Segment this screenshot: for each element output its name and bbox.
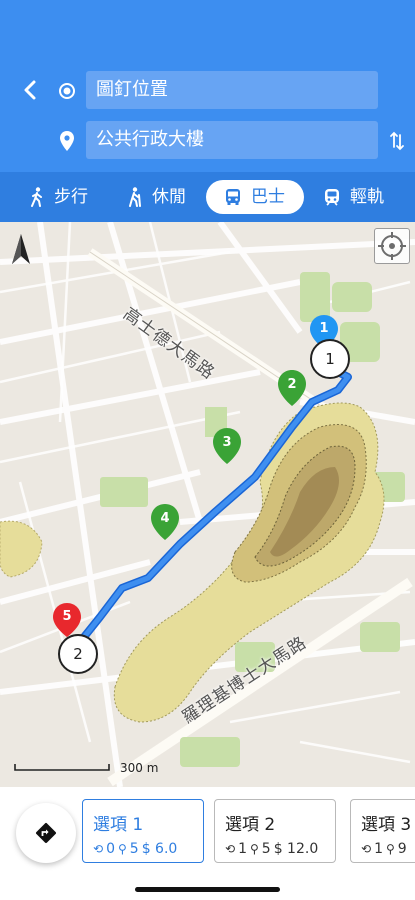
- stop-label: 1: [319, 321, 329, 336]
- fare: $ 12.0: [273, 841, 319, 857]
- stop-count: 9: [397, 841, 407, 857]
- back-icon[interactable]: [16, 78, 44, 102]
- mode-light-rail-label: 輕軌: [350, 187, 384, 207]
- transfer-icon: ⟲: [225, 842, 236, 856]
- start-navigation-button[interactable]: [16, 803, 76, 863]
- option-title: 選項 2: [225, 815, 276, 835]
- option-stats: ⟲ 1 ⚲ 5 $ 12.0: [225, 841, 327, 857]
- option-title: 選項 3: [361, 815, 412, 835]
- mode-leisure-label: 休閒: [152, 187, 186, 207]
- transfer-count: 1: [238, 841, 247, 857]
- stop-pin-destination[interactable]: 5: [51, 602, 83, 638]
- mode-leisure[interactable]: 休閒: [116, 180, 198, 214]
- transport-mode-bar: 步行 休閒 巴士 輕軌: [0, 172, 415, 222]
- transfer-icon: ⟲: [361, 842, 372, 856]
- mode-bus-label: 巴士: [251, 187, 285, 207]
- transfer-mark[interactable]: 2: [58, 634, 98, 674]
- fare: $ 6.0: [141, 841, 178, 857]
- stop-label: 2: [287, 377, 297, 392]
- stop-pin[interactable]: 2: [276, 369, 308, 407]
- stop-pin-icon: ⚲: [249, 842, 259, 856]
- stop-label: 4: [160, 511, 170, 526]
- locate-me-button[interactable]: [374, 228, 410, 264]
- bus-icon: [226, 189, 240, 205]
- mode-bus[interactable]: 巴士: [206, 180, 304, 214]
- stop-pin[interactable]: 4: [149, 503, 181, 541]
- route-map[interactable]: 高士德大馬路 羅理基博士大馬路 1 1 2 3 4 5 2 300 m: [0, 222, 415, 787]
- mode-light-rail[interactable]: 輕軌: [312, 180, 396, 214]
- stop-count: 5: [261, 841, 271, 857]
- stop-pin[interactable]: 3: [211, 427, 243, 465]
- transfer-count: 0: [106, 841, 115, 857]
- route-option-1[interactable]: 選項 1 ⟲ 0 ⚲ 5 $ 6.0: [82, 799, 204, 863]
- hike-icon: [129, 187, 141, 207]
- transfer-mark[interactable]: 1: [310, 339, 350, 379]
- transfer-icon: ⟲: [93, 842, 104, 856]
- train-icon: [325, 189, 339, 206]
- mode-walk-label: 步行: [54, 187, 88, 207]
- option-stats: ⟲ 0 ⚲ 5 $ 6.0: [93, 841, 195, 857]
- scale-label: 300 m: [120, 761, 159, 775]
- scale-bar: [14, 764, 110, 771]
- stop-pin-icon: ⚲: [117, 842, 127, 856]
- mode-walk[interactable]: 步行: [18, 180, 100, 214]
- option-title: 選項 1: [93, 815, 144, 835]
- stop-label: 5: [62, 609, 72, 624]
- north-arrow-icon[interactable]: [10, 232, 32, 268]
- crosshair-icon: [378, 232, 406, 260]
- option-stats: ⟲ 1 ⚲ 9: [361, 841, 407, 857]
- stop-count: 5: [129, 841, 139, 857]
- transfer-count: 1: [374, 841, 383, 857]
- directions-icon: [36, 823, 56, 843]
- route-header: 圖釘位置 公共行政大樓: [0, 0, 415, 172]
- origin-field[interactable]: 圖釘位置: [86, 71, 378, 109]
- home-indicator[interactable]: [135, 887, 280, 892]
- route-options-panel: 選項 1 ⟲ 0 ⚲ 5 $ 6.0 選項 2 ⟲ 1 ⚲ 5 $ 12.0 選…: [0, 787, 415, 900]
- origin-target-icon: [59, 83, 75, 99]
- destination-pin-icon: [60, 131, 74, 151]
- route-option-3[interactable]: 選項 3 ⟲ 1 ⚲ 9: [350, 799, 415, 863]
- walk-icon: [31, 187, 42, 207]
- stop-label: 3: [222, 435, 232, 450]
- stop-pin-icon: ⚲: [385, 842, 395, 856]
- route-option-2[interactable]: 選項 2 ⟲ 1 ⚲ 5 $ 12.0: [214, 799, 336, 863]
- swap-direction-icon[interactable]: [388, 130, 406, 152]
- destination-field[interactable]: 公共行政大樓: [86, 121, 378, 159]
